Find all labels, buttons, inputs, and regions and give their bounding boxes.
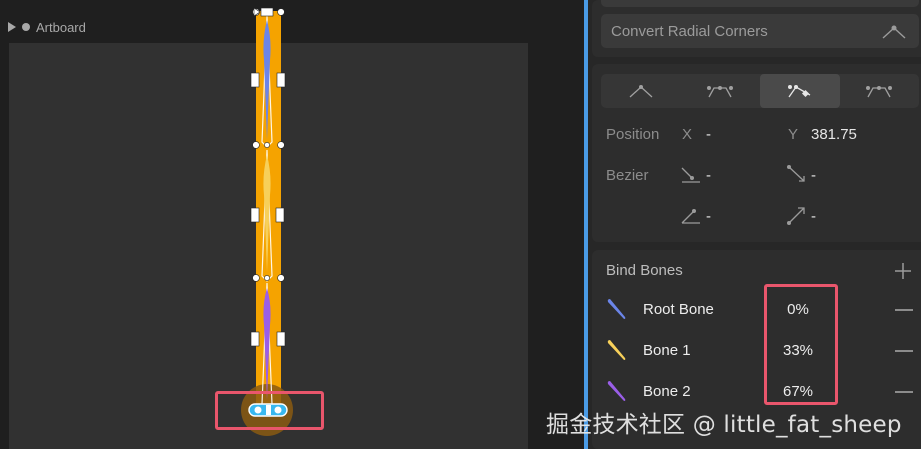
highlight-box-weights bbox=[764, 284, 838, 405]
position-y-label: Y bbox=[788, 126, 799, 143]
asymmetric-vertex-icon bbox=[866, 86, 893, 98]
remove-bone-root-button[interactable] bbox=[895, 309, 913, 311]
position-x-value[interactable]: - bbox=[706, 126, 711, 143]
vertex-mode-detached[interactable] bbox=[760, 74, 840, 108]
detached-vertex-icon bbox=[787, 85, 811, 98]
bone-name-2: Bone 2 bbox=[643, 383, 691, 400]
vertex-mode-asymmetric[interactable] bbox=[840, 74, 920, 108]
position-x-label: X bbox=[682, 126, 693, 143]
shape-with-bones[interactable] bbox=[0, 0, 584, 449]
bezier-label: Bezier bbox=[606, 167, 649, 184]
canvas-area[interactable]: Artboard bbox=[0, 0, 584, 449]
bezier-out-distance-icon bbox=[787, 207, 805, 225]
remove-bone-1-button[interactable] bbox=[895, 350, 913, 352]
bezier-out-x-value[interactable]: - bbox=[706, 208, 711, 225]
top-clipped-control[interactable] bbox=[601, 0, 919, 7]
straight-vertex-icon bbox=[629, 85, 653, 98]
bezier-out-angle-icon bbox=[681, 209, 700, 224]
vertex-mode-segmented[interactable] bbox=[601, 74, 919, 108]
add-bone-icon[interactable] bbox=[893, 261, 913, 281]
bezier-in-angle-icon bbox=[681, 167, 700, 183]
bone-1-icon bbox=[607, 340, 626, 360]
watermark-text: 掘金技术社区 @ little_fat_sheep bbox=[546, 412, 902, 438]
corner-radius-icon bbox=[882, 25, 906, 39]
highlight-box-vertex bbox=[215, 391, 324, 430]
convert-radial-corners-button[interactable]: Convert Radial Corners bbox=[601, 14, 919, 48]
bezier-in-y-value[interactable]: - bbox=[811, 167, 816, 184]
mirrored-vertex-icon bbox=[707, 86, 734, 98]
remove-bone-2-button[interactable] bbox=[895, 391, 913, 393]
position-y-value[interactable]: 381.75 bbox=[811, 126, 857, 143]
root-bone-icon bbox=[607, 299, 626, 319]
bezier-in-x-value[interactable]: - bbox=[706, 167, 711, 184]
bone-2-icon bbox=[607, 381, 626, 401]
bezier-in-distance-icon bbox=[787, 165, 805, 182]
bone-name-root: Root Bone bbox=[643, 301, 714, 318]
position-label: Position bbox=[606, 126, 660, 143]
convert-radial-corners-label: Convert Radial Corners bbox=[611, 22, 768, 40]
bone-name-1: Bone 1 bbox=[643, 342, 691, 359]
vertex-mode-straight[interactable] bbox=[601, 74, 681, 108]
bind-bones-title: Bind Bones bbox=[606, 262, 683, 279]
bezier-out-y-value[interactable]: - bbox=[811, 208, 816, 225]
vertex-mode-mirrored[interactable] bbox=[681, 74, 761, 108]
